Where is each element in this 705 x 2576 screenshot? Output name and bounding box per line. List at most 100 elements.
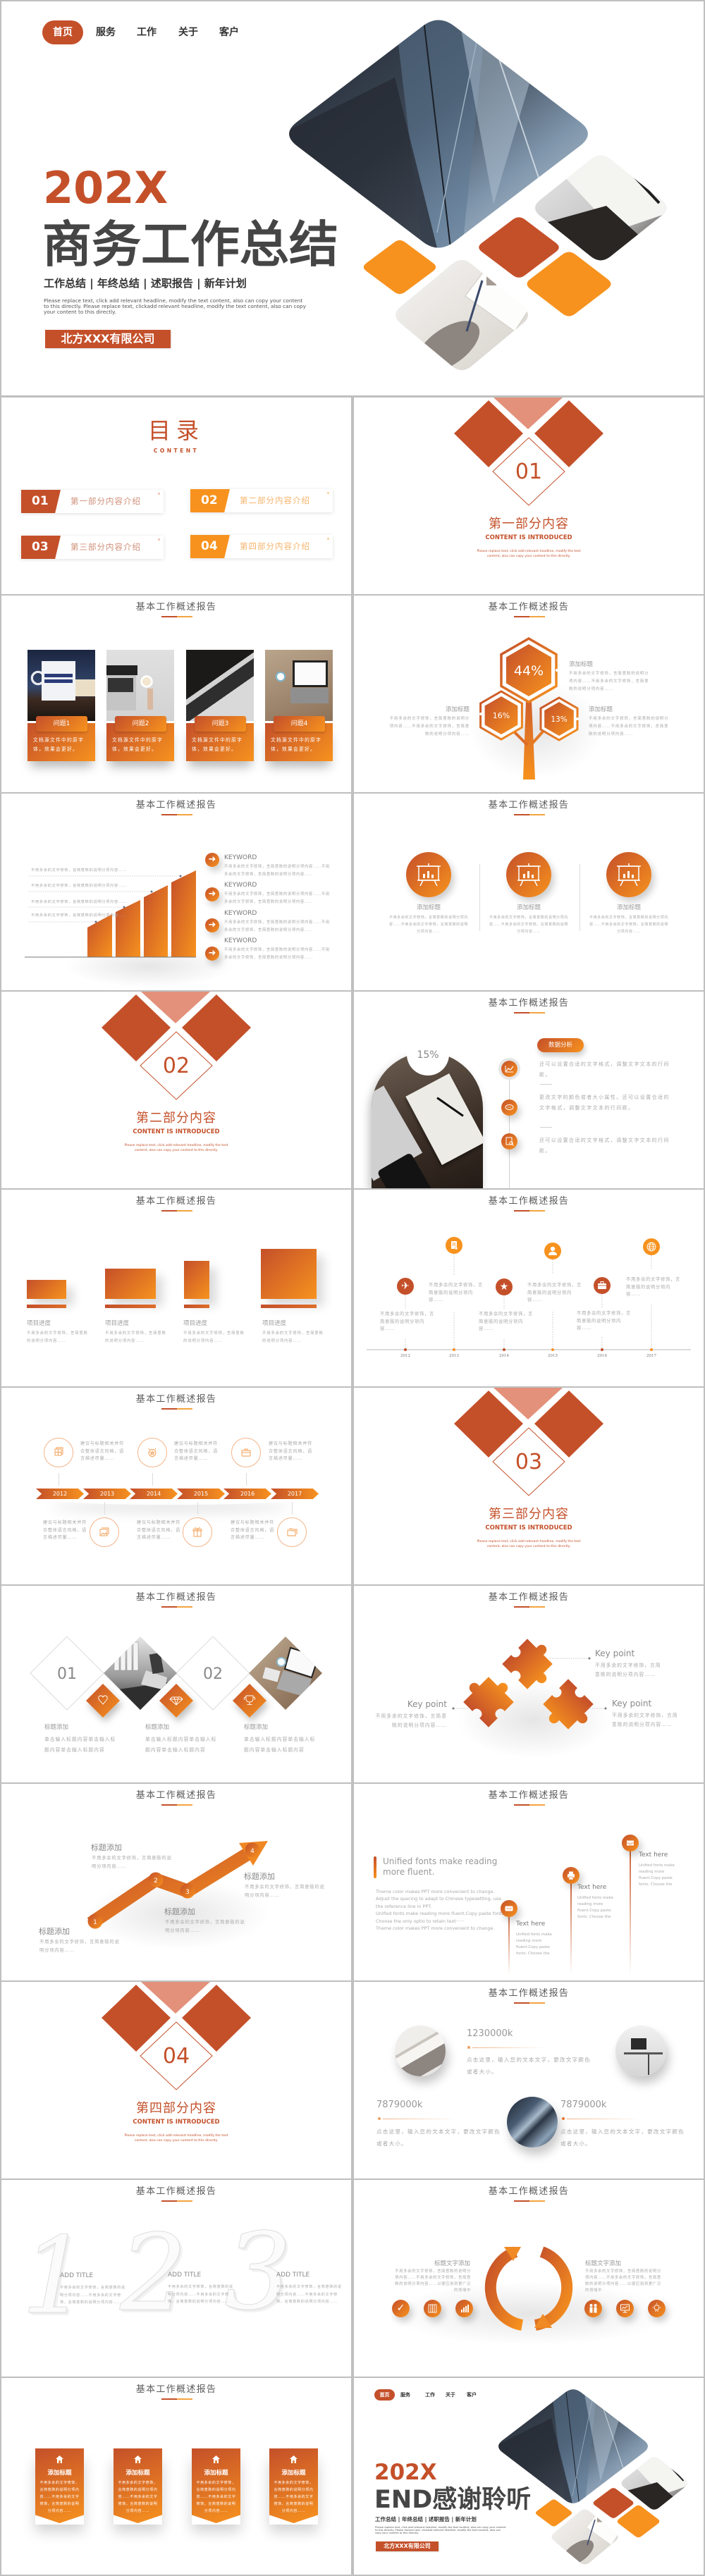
slide-title: 基本工作概述报告 [488, 800, 570, 811]
connector [292, 1502, 293, 1515]
bar-chart-icon [455, 2300, 473, 2317]
guide-note: 不用多余的文字修饰，言简意赅的说明分项内容…… [31, 913, 127, 918]
step-text: 不用多余的文字修饰，言简意赅的说明分项内容…… [245, 1885, 325, 1898]
progress-title: 项目进度 [262, 1320, 287, 1327]
tag-title: 添加标题 [125, 2470, 150, 2477]
title-underline [161, 2398, 192, 2400]
timeline-dot [601, 1348, 603, 1351]
item-title: 添加标题 [589, 706, 613, 713]
pin-title: Text here [577, 1884, 607, 1891]
nav-home[interactable]: 首页 [42, 20, 83, 44]
timeline-text: 建议与标题相关并符合整体语言风格，语言描述尽量…… [269, 1441, 312, 1461]
nav-work[interactable]: 工作 [425, 2389, 435, 2401]
monitor-icon [616, 2300, 634, 2317]
nav-home[interactable]: 首页 [374, 2389, 395, 2401]
home-icon [212, 2455, 220, 2463]
lightbulb-icon [648, 2300, 666, 2317]
book-icon [424, 2300, 441, 2317]
item-text: 不用多余的文字修饰，言简意赅的说明分项内容……不用多余的文字修饰，言简意赅的说明… [589, 717, 669, 737]
project-progress-slide: 基本工作概述报告 项目进度 不用多余的文字修饰，言简意赅的说明分项内容…… 项目… [1, 1190, 351, 1386]
title-underline [161, 616, 192, 617]
stat-value: 7879000k [560, 2100, 607, 2110]
step-number: 2 [154, 1878, 158, 1885]
building-photo-circle [507, 2097, 558, 2147]
numbered-steps-slide: 基本工作概述报告 1 2 3 ADD TITLE 不用多余的文字修饰，言简意赅的… [1, 2180, 351, 2377]
briefcase-icon [231, 1438, 261, 1467]
section-slide-02: 02 第二部分内容 CONTENT IS INTRODUCED Please r… [1, 992, 351, 1188]
chat-bubble-icon [501, 1099, 517, 1116]
progress-title: 项目进度 [27, 1320, 51, 1327]
timeline-text: 不用多余的文字修饰，言简意赅的说明分项内容…… [577, 1311, 631, 1331]
cover-description: Please replace text, click add relevant … [44, 297, 306, 316]
home-icon [290, 2455, 298, 2463]
stat-dot [562, 2117, 565, 2120]
stat-value: 7879000k [376, 2100, 423, 2110]
item-title: 添加标题 [416, 904, 441, 911]
accent-bar [374, 1856, 376, 1878]
cycle-text: 不用多余的文字修饰，言简意赅的说明分项内容……不用多余的文字修饰，言简意赅的说明… [585, 2269, 661, 2293]
step-bar-4 [171, 870, 196, 957]
problem-card-1: 文档源文件中的原字体，效果会更好。 问题1 [27, 650, 95, 763]
check-icon: ✓ [392, 2300, 410, 2317]
hexagon-tree-slide: 基本工作概述报告 44% 16% 13% 添加标题 不用多余的文字修饰，言简意赅… [354, 596, 704, 792]
guide-dot [179, 875, 182, 877]
section-description: Please replace text, click add relevant … [477, 1540, 581, 1548]
timeline-dot [404, 1348, 407, 1351]
toc-item-4: 04 第四部分内容介绍 [190, 535, 333, 558]
section-title: 第二部分内容 [136, 1111, 216, 1126]
company-label: 北方XXX有限公司 [376, 2541, 439, 2551]
nav-clients[interactable]: 客户 [467, 2389, 477, 2401]
card-tab: 问题3 [195, 716, 246, 732]
section-title: 第四部分内容 [136, 2101, 216, 2116]
percent-value: 15% [417, 1049, 439, 1061]
tag-card-3: 添加标题 不用多余的文字修饰，言简意赅的说明分项内容……不用多余的文字修饰，言简… [192, 2448, 240, 2523]
slide-title: 基本工作概述报告 [488, 1790, 570, 1801]
document-search-icon [501, 1133, 517, 1150]
cycle-title: 标题文字添加 [434, 2260, 470, 2267]
nav-clients[interactable]: 客户 [219, 20, 239, 44]
gift-icon [183, 1517, 212, 1547]
nav-about[interactable]: 关于 [178, 20, 198, 44]
section-subtitle: CONTENT IS INTRODUCED [485, 534, 572, 541]
step-text: 不用多余的文字修饰，言简意赅的说明分项内容…… [165, 1920, 245, 1933]
analysis-point: 还可以设置合适的文字格式，调整文字文本的行间距。 [539, 1061, 670, 1078]
heading: Unified fonts make reading more fluent. [383, 1856, 498, 1877]
slide-title: 基本工作概述报告 [488, 1988, 570, 1999]
guide-note: 不用多余的文字修饰，言简意赅的说明分项内容…… [31, 900, 127, 904]
cycle-slide: 基本工作概述报告 标题文字添加 不用多余的文字修饰，言简意赅的说明分项内容……不… [354, 2180, 704, 2377]
pin-stem [630, 1842, 631, 1975]
tags-slide: 基本工作概述报告 添加标题 不用多余的文字修饰，言简意赅的说明分项内容……不用多… [1, 2378, 351, 2575]
keyword-text: 不用多余的文字修饰，言简意赅的说明分项内容……不用多余的文字修饰，言简意赅的说明… [224, 948, 330, 960]
toc-item-number: 02 [190, 489, 230, 512]
pin-stem [508, 1908, 510, 1975]
arrow-right-icon: ➜ [205, 947, 219, 961]
section-subtitle: CONTENT IS INTRODUCED [133, 2119, 220, 2126]
connector-dot [479, 713, 482, 715]
tag-card-2: 添加标题 不用多余的文字修饰，言简意赅的说明分项内容……不用多余的文字修饰，言简… [114, 2448, 162, 2523]
toc-item-3: 03 第三部分内容介绍 [21, 536, 164, 559]
nav-services[interactable]: 服务 [96, 20, 116, 44]
keyword-text: 不用多余的文字修饰，言简意赅的说明分项内容……不用多余的文字修饰，言简意赅的说明… [224, 865, 330, 877]
cover-title: 商务工作总结 [42, 216, 338, 273]
section-subtitle: CONTENT IS INTRODUCED [485, 1524, 572, 1532]
writing-photo-circle [395, 2026, 446, 2076]
nav-about[interactable]: 关于 [446, 2389, 455, 2401]
feature-title: 标题添加 [44, 1724, 69, 1731]
tag-title: 添加标题 [47, 2470, 72, 2477]
feature-title: 标题添加 [244, 1724, 269, 1731]
nav-work[interactable]: 工作 [137, 20, 157, 44]
stat-dot [378, 2117, 381, 2120]
separator [540, 1084, 552, 1085]
item-title: 添加标题 [569, 661, 594, 668]
feature-text: 单击输入标题内容单击输入标题内容单击输入标题内容 [145, 1737, 217, 1753]
toc-subtitle: CONTENT [153, 448, 200, 454]
nav-services[interactable]: 服务 [400, 2389, 410, 2401]
star-badge-icon: ★ [496, 1278, 513, 1295]
keyword-text: 不用多余的文字修饰，言简意赅的说明分项内容……不用多余的文字修饰，言简意赅的说明… [224, 892, 330, 904]
end-diamond-collage [492, 2382, 693, 2569]
chevron-year: 2013 [83, 1489, 131, 1499]
end-description: Please replace text, click add relevant … [375, 2526, 506, 2535]
body-line: Theme color makes PPT more convenient to… [376, 1925, 495, 1932]
feature-number: 02 [203, 1665, 223, 1683]
chat-icon [501, 1900, 517, 1917]
